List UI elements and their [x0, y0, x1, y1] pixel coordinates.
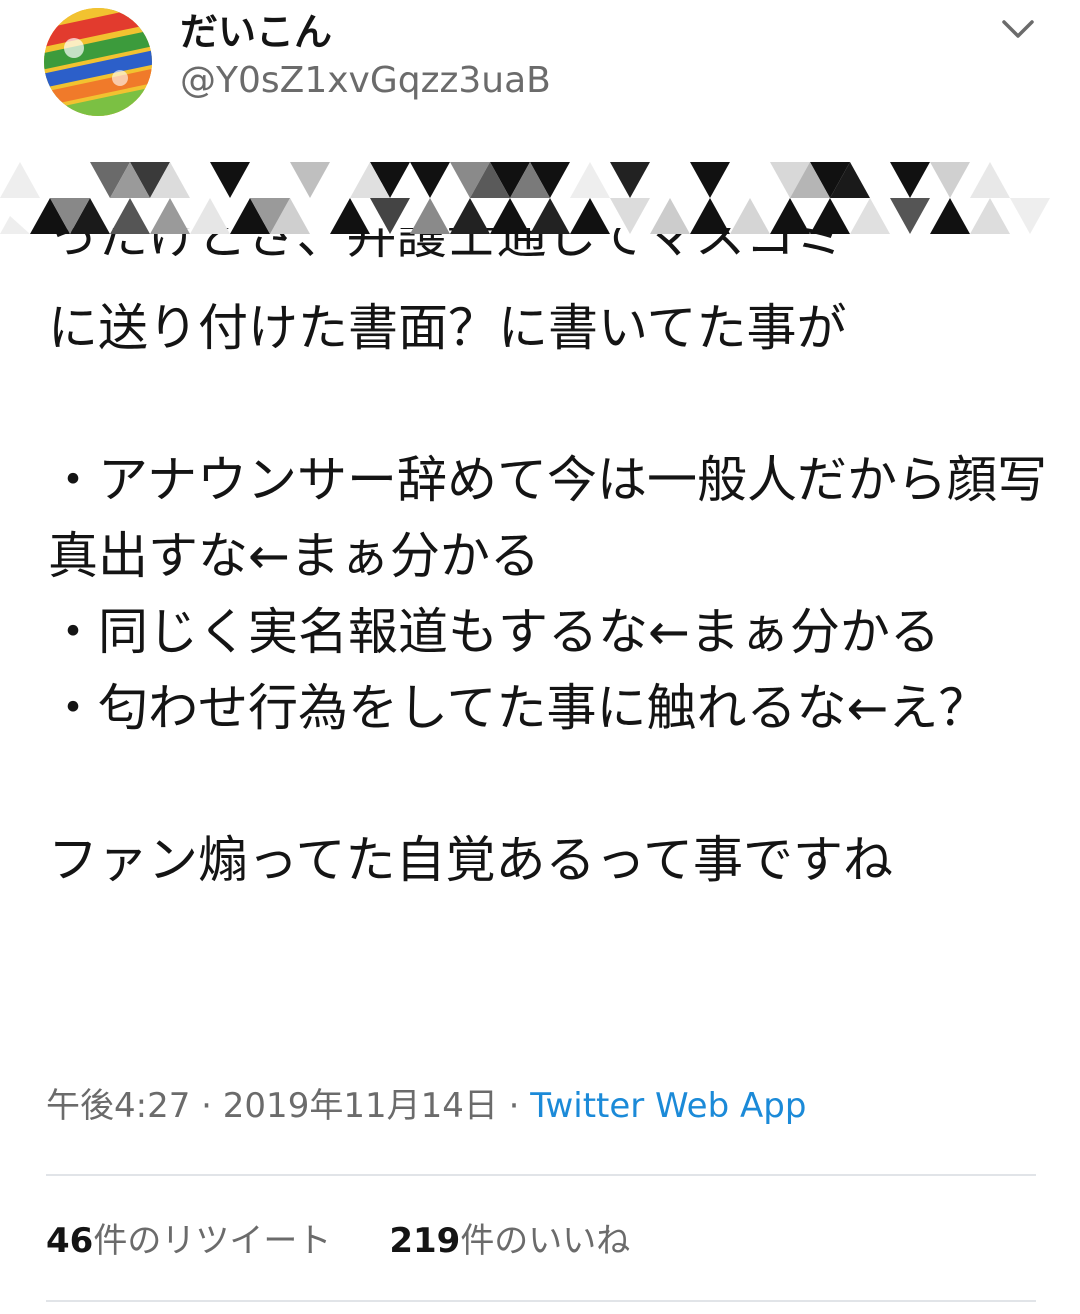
- tweet-time: 午後4:27: [46, 1086, 191, 1126]
- like-label: 件のいいね: [460, 1221, 631, 1261]
- meta-separator: ·: [201, 1086, 212, 1126]
- divider: [46, 1300, 1036, 1302]
- avatar-image: [44, 8, 152, 116]
- tweet-date[interactable]: 2019年11月14日: [223, 1086, 498, 1126]
- tweet-body: に送り付けた書面？に書いてた事が ・アナウンサー辞めて今は一般人だから顔写真出す…: [48, 299, 1047, 889]
- tweet-meta: 午後4:27 · 2019年11月14日 · Twitter Web App: [46, 1083, 806, 1129]
- chevron-down-icon[interactable]: [996, 12, 1040, 46]
- like-count-link[interactable]: 219件のいいね: [389, 1218, 630, 1264]
- censor-mosaic: [0, 152, 1080, 270]
- display-name[interactable]: だいこん: [180, 8, 332, 56]
- tweet-stats: 46件のリツイート 219件のいいね: [46, 1218, 630, 1264]
- avatar[interactable]: [44, 8, 152, 116]
- divider: [46, 1174, 1036, 1176]
- retweet-count: 46: [46, 1221, 94, 1261]
- retweet-label: 件のリツイート: [93, 1221, 332, 1261]
- retweet-count-link[interactable]: 46件のリツイート: [46, 1218, 331, 1264]
- meta-separator: ·: [508, 1086, 520, 1126]
- tweet-page: だいこん @Y0sZ1xvGqzz3uaB ったけどさ、弁護士通してマスコミ に…: [0, 0, 1080, 1314]
- like-count: 219: [389, 1221, 461, 1261]
- tweet-source-link[interactable]: Twitter Web App: [530, 1086, 806, 1126]
- user-handle[interactable]: @Y0sZ1xvGqzz3uaB: [180, 58, 551, 104]
